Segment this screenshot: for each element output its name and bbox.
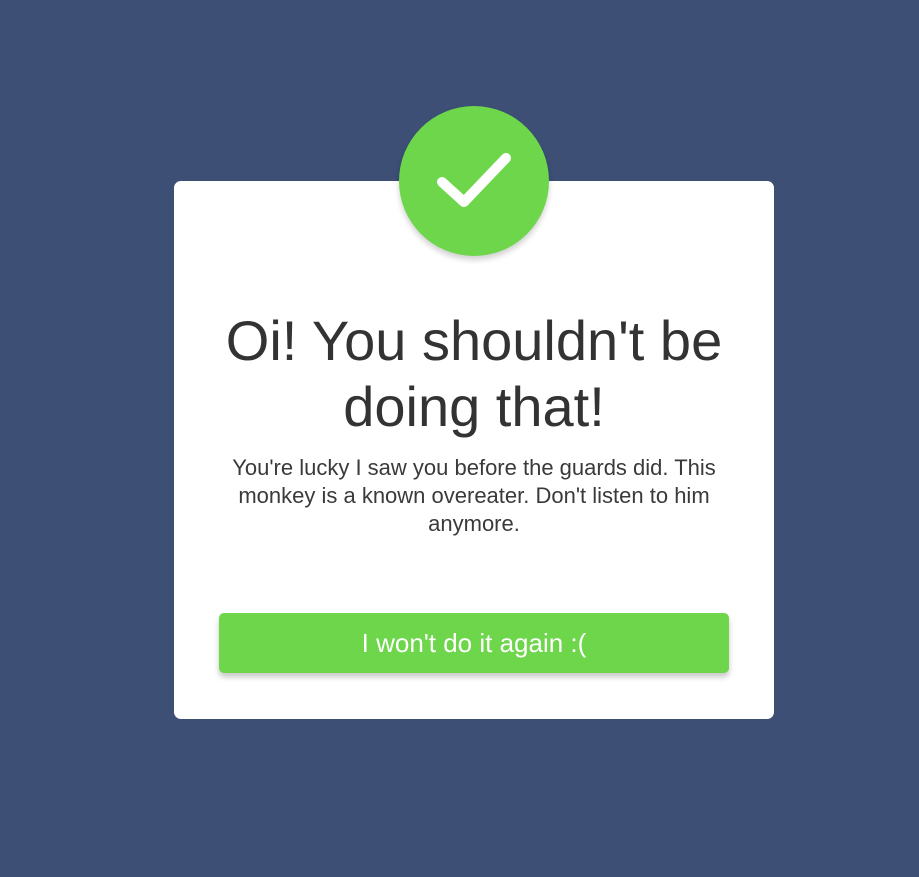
dialog-title: Oi! You shouldn't be doing that! xyxy=(225,309,723,438)
dialog-message: You're lucky I saw you before the guards… xyxy=(232,455,716,536)
success-badge xyxy=(399,106,549,256)
checkmark-icon xyxy=(437,153,511,207)
alert-dialog: Oi! You shouldn't be doing that! You're … xyxy=(174,181,774,719)
confirm-button[interactable]: I won't do it again :( xyxy=(219,613,729,673)
